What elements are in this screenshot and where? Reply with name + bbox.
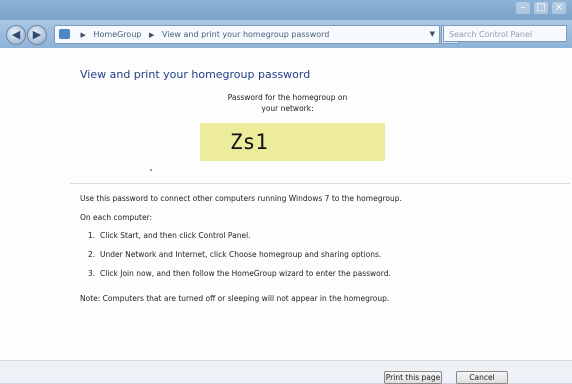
step-number: 2.: [88, 250, 96, 259]
maximize-icon[interactable]: □: [534, 2, 548, 14]
minimize-icon[interactable]: –: [516, 2, 530, 14]
list-item: 3. Click Join now, and then follow the Ho…: [88, 269, 391, 288]
password-value: Zs1: [230, 130, 268, 154]
password-label: Password for the homegroup on your netwo…: [200, 92, 375, 114]
breadcrumb-current-page[interactable]: View and print your homegroup password: [162, 30, 329, 39]
step-text: Click Join now, and then follow the Home…: [100, 269, 391, 278]
note-text: Note: Computers that are turned off or s…: [80, 294, 390, 303]
address-bar[interactable]: ▶ HomeGroup ▶ View and print your homegr…: [54, 25, 440, 44]
chevron-down-icon[interactable]: ▼: [430, 26, 435, 43]
password-label-line1: Password for the homegroup on: [227, 93, 348, 102]
step-number: 1.: [88, 231, 96, 240]
page-title: View and print your homegroup password: [80, 68, 311, 81]
search-input[interactable]: Search Control Panel: [443, 25, 567, 42]
back-arrow-icon[interactable]: ◀: [6, 25, 26, 45]
window-controls: – □ ×: [516, 2, 566, 14]
forward-arrow-icon[interactable]: ▶: [27, 25, 47, 45]
on-each-computer-label: On each computer:: [80, 213, 153, 222]
step-text: Click Start, and then click Control Pane…: [100, 231, 251, 240]
steps-list: 1. Click Start, and then click Control Pa…: [88, 231, 391, 288]
step-number: 3.: [88, 269, 96, 278]
breadcrumb-homegroup[interactable]: HomeGroup: [93, 30, 141, 39]
navigation-bar: ◀ ▶ ▶ HomeGroup ▶ View and print your ho…: [0, 20, 572, 48]
main-content: View and print your homegroup password P…: [0, 48, 572, 360]
print-page-button[interactable]: Print this page: [384, 371, 442, 384]
breadcrumb-separator-icon: ▶: [80, 31, 86, 39]
divider: [70, 183, 570, 184]
step-text: Under Network and Internet, click Choose…: [100, 250, 382, 259]
close-icon[interactable]: ×: [552, 2, 566, 14]
control-panel-icon: [59, 29, 70, 39]
decorative-dot: [150, 169, 152, 171]
title-bar: – □ ×: [0, 0, 572, 20]
list-item: 1. Click Start, and then click Control Pa…: [88, 231, 391, 250]
breadcrumb-separator-icon: ▶: [149, 31, 155, 39]
list-item: 2. Under Network and Internet, click Choo…: [88, 250, 391, 269]
password-box: Zs1: [200, 123, 385, 161]
cancel-button[interactable]: Cancel: [456, 371, 508, 384]
intro-text: Use this password to connect other compu…: [80, 194, 402, 203]
password-label-line2: your network:: [261, 104, 314, 113]
